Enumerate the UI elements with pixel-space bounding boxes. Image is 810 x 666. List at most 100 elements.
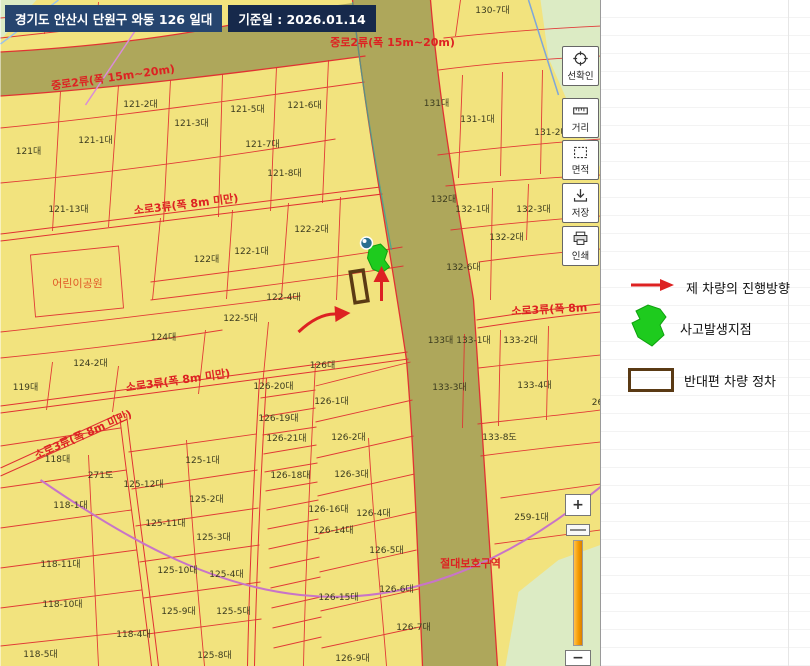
map-title-bar: 경기도 안산시 단원구 와동 126 일대 기준일 : 2026.01.14 — [5, 5, 376, 32]
parcel-label: 133대 — [428, 335, 453, 346]
parcel-label: 124대 — [151, 332, 176, 343]
parcel-label: 122대 — [194, 254, 219, 265]
printer-icon — [572, 230, 589, 247]
parcel-label: 121-7대 — [245, 139, 279, 150]
legend-accident-label: 사고발생지점 — [680, 319, 752, 338]
cadastral-map-viewer: 121-2대 121-3대 121-5대 121-6대 121대 121-1대 121-7대… — [0, 0, 810, 666]
parcel-label: 126-18대 — [270, 470, 310, 481]
parcel-label: 126-6대 — [379, 584, 413, 595]
parcel-label: 132대 — [431, 194, 456, 205]
parcel-label: 126-19대 — [258, 413, 298, 424]
zoom-slider-track[interactable] — [573, 540, 583, 646]
parcel-label: 132-6대 — [446, 262, 480, 273]
ruler-icon — [572, 102, 589, 119]
parcel-label: 121-8대 — [267, 168, 301, 179]
line-check-label: 선확인 — [567, 68, 593, 82]
road-class-label: 절대보호구역 — [440, 556, 501, 570]
parcel-label: 126-7대 — [396, 622, 430, 633]
print-button[interactable]: 인쇄 — [562, 226, 599, 266]
parcel-label: 133-3대 — [432, 382, 466, 393]
parcel-label: 121대 — [16, 146, 41, 157]
parcel-label: 133-1대 — [456, 335, 490, 346]
parcel-label: 121-2대 — [123, 99, 157, 110]
parcel-label: 118-10대 — [42, 599, 82, 610]
parcel-label: 133-8도 — [482, 433, 516, 443]
parcel-label: 119대 — [13, 382, 38, 393]
parcel-label: 132-3대 — [516, 204, 550, 215]
parcel-label: 125-10대 — [157, 565, 197, 576]
reference-date: 기준일 : 2026.01.14 — [228, 5, 375, 32]
parcel-label: 125-8대 — [197, 650, 231, 661]
parcel-label: 125-5대 — [216, 606, 250, 617]
parcel-label: 122-4대 — [266, 292, 300, 303]
parcel-label: 131-1대 — [460, 114, 494, 125]
parcel-label: 126-21대 — [266, 433, 306, 444]
parcel-label: 126-9대 — [335, 653, 369, 664]
area-label: 면적 — [572, 162, 589, 176]
parcel-label: 121-1대 — [78, 135, 112, 146]
area-polygon-icon — [572, 144, 589, 161]
parcel-label: 126-3대 — [334, 469, 368, 480]
legend-item-vehicle: 반대편 차량 정차 — [628, 368, 776, 392]
save-download-icon — [572, 187, 589, 204]
line-check-button[interactable]: 선확인 — [562, 46, 599, 86]
zoom-in-button[interactable]: + — [565, 494, 591, 516]
cadastral-map[interactable]: 121-2대 121-3대 121-5대 121-6대 121대 121-1대 121-7대… — [0, 0, 601, 666]
parcel-label: 125-4대 — [209, 569, 243, 580]
parcel-label: 125-2대 — [189, 494, 223, 505]
parcel-label: 259-1대 — [514, 512, 548, 523]
parcel-label: 118-5대 — [23, 649, 57, 660]
legend-item-accident: 사고발생지점 — [630, 303, 752, 353]
parcel-label: 122-5대 — [223, 313, 257, 324]
parcel-label: 118-11대 — [40, 559, 80, 570]
legend-item-direction: 제 차량의 진행방향 — [628, 276, 790, 298]
parcel-label: 121-13대 — [48, 204, 88, 215]
parcel-label: 126-16대 — [308, 504, 348, 515]
accident-pin-icon — [361, 237, 373, 249]
parcel-label: 126대 — [310, 360, 335, 371]
parcel-label: 131대 — [424, 98, 449, 109]
save-button[interactable]: 저장 — [562, 183, 599, 223]
area-button[interactable]: 면적 — [562, 140, 599, 180]
parcel-label: 125-12대 — [123, 479, 163, 490]
park-label: 어린이공원 — [52, 277, 103, 290]
parcel-label: 26 — [592, 398, 601, 408]
distance-label: 거리 — [572, 120, 589, 134]
crosshair-icon — [572, 50, 589, 67]
road-class-label: 중로2류(폭 15m~20m) — [330, 36, 455, 49]
parcel-label: 118-1대 — [53, 500, 87, 511]
parcel-label: 126-14대 — [313, 525, 353, 536]
map-background — [1, 0, 601, 666]
print-label: 인쇄 — [572, 248, 589, 262]
parcel-label: 132-1대 — [455, 204, 489, 215]
parcel-label: 125-11대 — [145, 518, 185, 529]
brown-rect-icon — [628, 368, 674, 392]
parcel-label: 126-5대 — [369, 545, 403, 556]
parcel-label: 124-2대 — [73, 358, 107, 369]
zoom-out-button[interactable]: − — [565, 650, 591, 666]
parcel-label: 126-20대 — [253, 381, 293, 392]
parcel-label: 271도 — [88, 471, 113, 481]
parcel-label: 121-3대 — [174, 118, 208, 129]
parcel-label: 132-2대 — [489, 232, 523, 243]
parcel-label: 121-6대 — [287, 100, 321, 111]
distance-button[interactable]: 거리 — [562, 98, 599, 138]
panel-grid-line — [788, 0, 789, 666]
legend-direction-label: 제 차량의 진행방향 — [686, 278, 790, 297]
parcel-label: 125-9대 — [161, 606, 195, 617]
parcel-label: 133-2대 — [503, 335, 537, 346]
map-canvas[interactable]: 121-2대 121-3대 121-5대 121-6대 121대 121-1대 121-7대… — [0, 0, 601, 666]
green-area-icon — [630, 303, 670, 353]
parcel-label: 126-1대 — [314, 396, 348, 407]
parcel-label: 133-4대 — [517, 380, 551, 391]
parcel-label: 125-1대 — [185, 455, 219, 466]
parcel-label: 126-15대 — [318, 592, 358, 603]
save-label: 저장 — [572, 205, 589, 219]
parcel-label: 121-5대 — [230, 104, 264, 115]
parcel-label: 126-2대 — [331, 432, 365, 443]
parcel-label: 130-7대 — [475, 5, 509, 16]
red-arrow-icon — [628, 276, 676, 298]
legend-vehicle-label: 반대편 차량 정차 — [684, 371, 776, 390]
parcel-label: 122-1대 — [234, 246, 268, 257]
zoom-slider-handle[interactable] — [566, 524, 590, 536]
